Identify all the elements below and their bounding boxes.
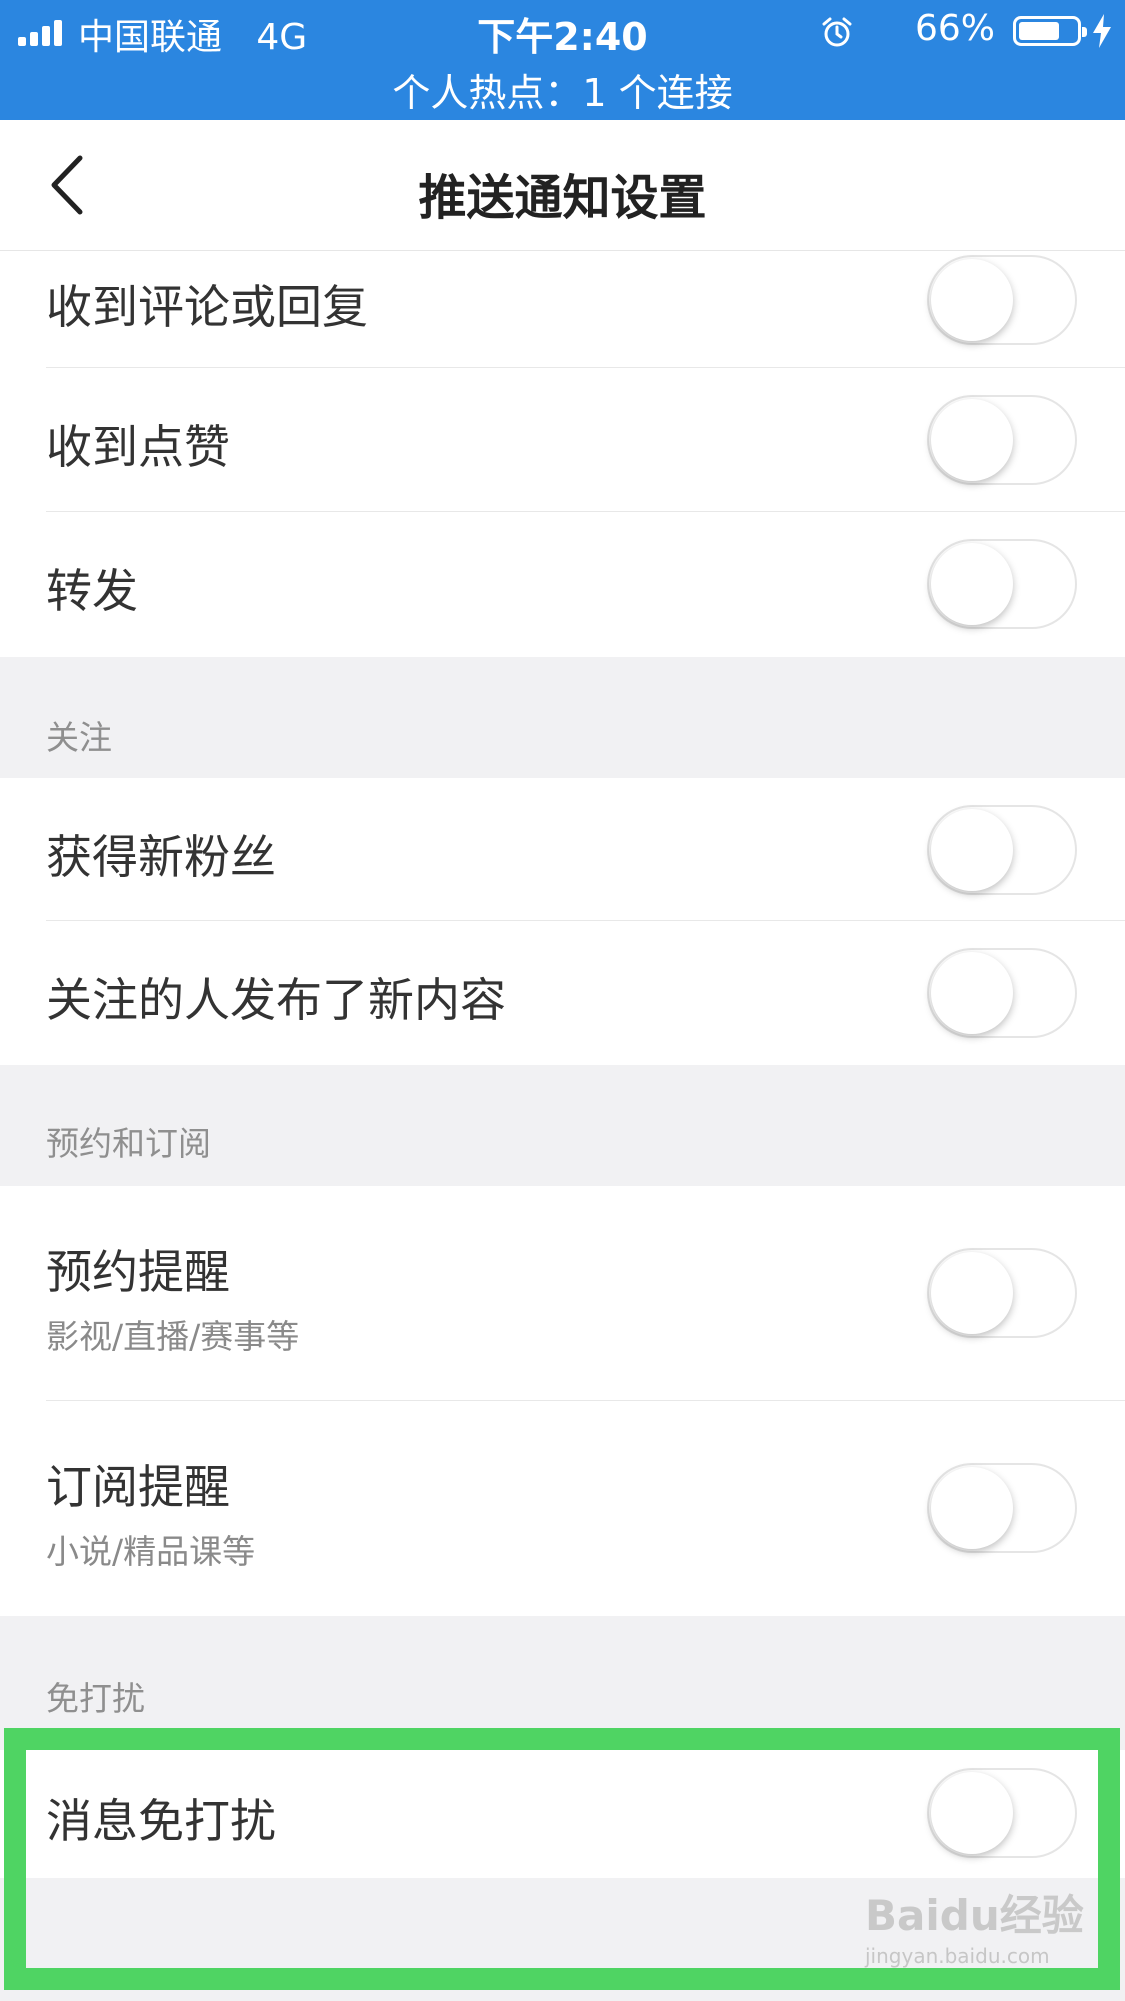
toggle-knob [931,1252,1013,1334]
toggle-knob [931,809,1013,891]
section-header-label: 关注 [46,718,112,757]
toggle-switch[interactable] [927,1248,1077,1338]
toggle-knob [931,1467,1013,1549]
toggle-switch[interactable] [927,948,1077,1038]
toggle-knob [931,543,1013,625]
baidu-watermark: Baidu经验 jingyan.baidu.com [865,1882,1085,1982]
section-header-follow: 关注 [0,657,1125,778]
setting-sublabel: 影视/直播/赛事等 [46,1317,300,1356]
section-header-label: 预约和订阅 [46,1124,211,1163]
charging-bolt-icon [1093,14,1111,48]
hotspot-banner[interactable]: 个人热点：1 个连接 [0,62,1125,117]
battery-percentage: 66% [914,8,995,49]
settings-group-dnd: 消息免打扰 [0,1750,1125,1878]
settings-group-interactions: 收到评论或回复 收到点赞 转发 [0,251,1125,657]
setting-row-reservation-reminder: 预约提醒 影视/直播/赛事等 [0,1186,1125,1401]
toggle-knob [931,259,1013,341]
toggle-switch[interactable] [927,1463,1077,1553]
setting-row-message-dnd: 消息免打扰 [0,1750,1125,1878]
navigation-bar: 推送通知设置 [0,120,1125,251]
setting-label: 转发 [46,564,138,618]
setting-row-likes: 收到点赞 [0,368,1125,512]
watermark-logo: Baidu经验 [865,1891,1084,1940]
status-bar: 中国联通 4G 下午2:40 66% 个人热点：1 个连接 [0,0,1125,120]
setting-row-new-followers: 获得新粉丝 [0,778,1125,921]
toggle-switch[interactable] [927,805,1077,895]
setting-row-following-new-content: 关注的人发布了新内容 [0,921,1125,1065]
setting-label: 获得新粉丝 [46,830,276,884]
setting-sublabel: 小说/精品课等 [46,1532,256,1571]
watermark-url: jingyan.baidu.com [865,1944,1050,1968]
toggle-knob [931,399,1013,481]
section-header-dnd: 免打扰 [0,1616,1125,1750]
toggle-switch[interactable] [927,539,1077,629]
setting-label: 预约提醒 [46,1245,230,1299]
page-title: 推送通知设置 [418,170,707,226]
setting-label: 收到评论或回复 [46,280,368,334]
toggle-knob [931,952,1013,1034]
setting-row-subscription-reminder: 订阅提醒 小说/精品课等 [0,1401,1125,1616]
setting-label: 订阅提醒 [46,1460,230,1514]
setting-label: 收到点赞 [46,420,230,474]
toggle-switch[interactable] [927,395,1077,485]
battery-icon [1013,16,1087,46]
setting-row-forward: 转发 [0,512,1125,657]
setting-label: 消息免打扰 [46,1794,276,1848]
settings-group-follow: 获得新粉丝 关注的人发布了新内容 [0,778,1125,1065]
toggle-switch[interactable] [927,255,1077,345]
setting-label: 关注的人发布了新内容 [46,973,506,1027]
section-header-label: 免打扰 [46,1679,145,1718]
toggle-knob [931,1772,1013,1854]
toggle-switch[interactable] [927,1768,1077,1858]
settings-group-subscribe: 预约提醒 影视/直播/赛事等 订阅提醒 小说/精品课等 [0,1186,1125,1616]
setting-row-comments: 收到评论或回复 [0,251,1125,368]
section-header-subscribe: 预约和订阅 [0,1065,1125,1186]
alarm-icon [822,17,852,47]
